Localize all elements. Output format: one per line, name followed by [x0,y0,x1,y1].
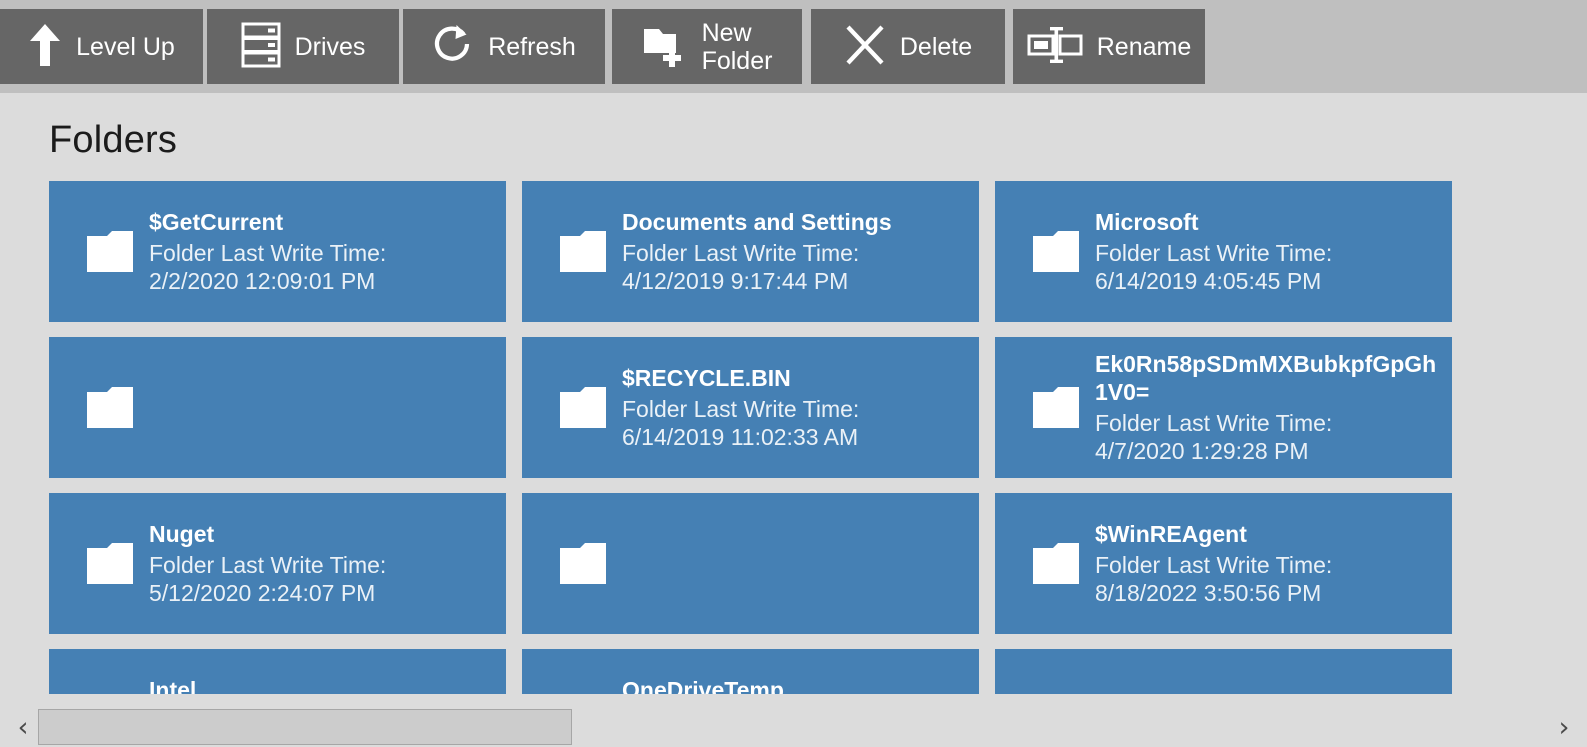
rename-button[interactable]: Rename [1013,9,1205,84]
scroll-left-arrow-icon[interactable]: ‹ [4,707,42,747]
folder-tile-meta-label: Folder Last Write Time: [149,551,387,578]
folder-tile[interactable]: $RECYCLE.BIN Folder Last Write Time: 6/14/… [522,337,979,478]
folder-tile-text: $RECYCLE.BIN Folder Last Write Time: 6/14/… [622,364,979,452]
level-up-label: Level Up [76,32,175,61]
folder-tile[interactable]: $GetCurrent Folder Last Write Time: 2/2/20… [49,181,506,322]
folder-tile-name: OneDriveTemp [622,676,784,694]
folder-tile-meta-label: Folder Last Write Time: [622,239,860,266]
delete-label: Delete [899,32,973,61]
folder-tile-text: OneDriveTempFolder Last Write Time:2/11/… [622,676,979,694]
folder-tile-meta-label: Folder Last Write Time: [149,239,387,266]
folder-tile[interactable]: Ek0Rn58pSDmMXBubkpfGpGh1V0= Folder Last W… [995,337,1452,478]
refresh-label: Refresh [488,32,576,61]
folder-tile-text: Documents and Settings Folder Last Write … [622,208,979,296]
folder-icon [995,231,1095,272]
folder-tile-meta-value: 8/18/2022 3:50:56 PM [1095,580,1322,607]
folder-tile[interactable]: IntelFolder Last Write Time:4/12/2019 9:… [49,649,506,694]
folder-tile[interactable]: Documents and Settings Folder Last Write … [522,181,979,322]
level-up-button[interactable]: Level Up [0,9,203,84]
folder-tile-text: IntelFolder Last Write Time:4/12/2019 9:… [149,676,506,694]
folder-tile-name: Microsoft [1095,208,1199,235]
folder-tile-name: Intel [149,676,197,694]
folder-tile-text: $GetCurrent Folder Last Write Time: 2/2/20… [149,208,506,296]
new-folder-label: New Folder [701,18,773,75]
folder-tile-text: Microsoft Folder Last Write Time: 6/14/201… [1095,208,1452,296]
folder-tile[interactable] [995,649,1452,694]
folder-icon [49,231,149,272]
folder-icon [49,543,149,584]
folder-tile[interactable] [522,493,979,634]
rename-icon [1027,25,1083,68]
arrow-up-icon [28,23,62,70]
refresh-button[interactable]: Refresh [403,9,605,84]
folder-icon [522,387,622,428]
rename-label: Rename [1096,32,1192,61]
folder-tile-meta-value: 6/14/2019 4:05:45 PM [1095,268,1322,295]
folder-tile-meta-value: 5/12/2020 2:24:07 PM [149,580,376,607]
folder-tile[interactable]: Nuget Folder Last Write Time: 5/12/2020 2:… [49,493,506,634]
folder-tile-grid: $GetCurrent Folder Last Write Time: 2/2/20… [49,181,1587,694]
folder-tile-name: $GetCurrent [149,208,284,235]
folder-icon [522,231,622,272]
folder-tile-meta-label: Folder Last Write Time: [1095,239,1333,266]
folder-tile-meta-value: 4/12/2019 9:17:44 PM [622,268,849,295]
folder-tile-name: Ek0Rn58pSDmMXBubkpfGpGh1V0= [1095,350,1437,405]
folder-tile[interactable]: Microsoft Folder Last Write Time: 6/14/201… [995,181,1452,322]
folder-tile-name: Documents and Settings [622,208,892,235]
folder-tile-text: Nuget Folder Last Write Time: 5/12/2020 2:… [149,520,506,608]
page-title: Folders [49,119,178,161]
toolbar: Level Up Drives Refresh New Folder Delet… [0,0,1587,93]
delete-x-icon [844,24,886,69]
folder-tile[interactable]: $WinREAgent Folder Last Write Time: 8/18/2… [995,493,1452,634]
scroll-right-arrow-icon[interactable]: › [1545,707,1583,747]
folder-icon [995,543,1095,584]
folder-tile-name: $RECYCLE.BIN [622,364,791,391]
folder-tile-name: $WinREAgent [1095,520,1247,547]
folder-tile-name: Nuget [149,520,215,547]
folder-tile[interactable]: OneDriveTempFolder Last Write Time:2/11/… [522,649,979,694]
new-folder-icon [642,22,688,71]
delete-button[interactable]: Delete [811,9,1005,84]
refresh-icon [432,22,474,71]
folder-tile-text: Ek0Rn58pSDmMXBubkpfGpGh1V0= Folder Last W… [1095,350,1452,466]
drives-icon [241,22,281,71]
new-folder-button[interactable]: New Folder [612,9,802,84]
folder-tile[interactable] [49,337,506,478]
scrollbar-thumb[interactable] [38,709,572,745]
drives-label: Drives [294,32,366,61]
folder-tile-meta-label: Folder Last Write Time: [622,395,860,422]
folder-tile-meta-value: 4/7/2020 1:29:28 PM [1095,438,1309,465]
horizontal-scrollbar[interactable]: ‹ › [0,694,1587,747]
folder-tile-meta-label: Folder Last Write Time: [1095,409,1333,436]
drives-button[interactable]: Drives [207,9,399,84]
folder-icon [49,387,149,428]
content-area: Folders $GetCurrent Folder Last Write Tim… [0,93,1587,694]
folder-tile-meta-value: 2/2/2020 12:09:01 PM [149,268,376,295]
folder-icon [995,387,1095,428]
folder-tile-meta-label: Folder Last Write Time: [1095,551,1333,578]
folder-tile-text: $WinREAgent Folder Last Write Time: 8/18/2… [1095,520,1452,608]
folder-tile-meta-value: 6/14/2019 11:02:33 AM [622,424,859,451]
folder-icon [522,543,622,584]
